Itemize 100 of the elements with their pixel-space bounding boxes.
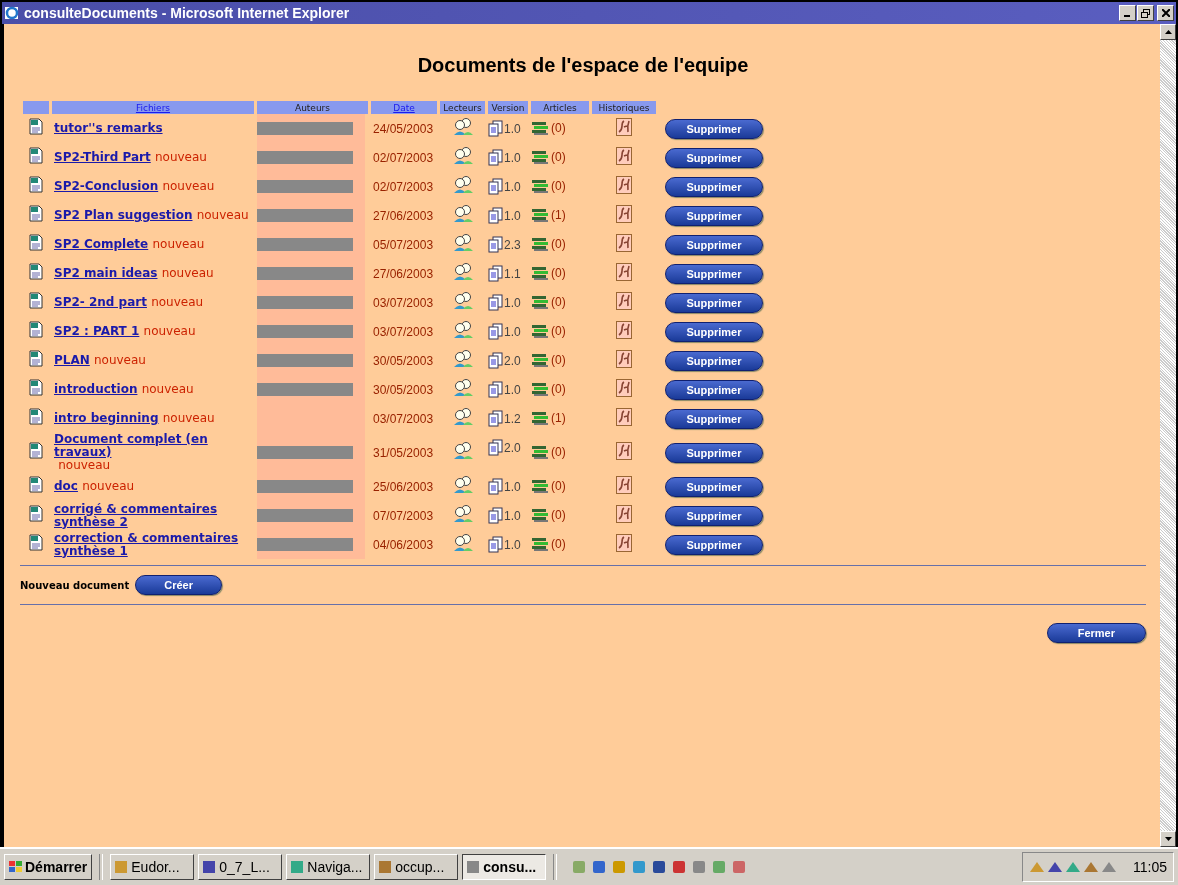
document-icon [28,263,44,280]
readers-icon [452,533,473,552]
version-number: 1.0 [504,479,521,494]
history-icon[interactable] [616,262,632,281]
quick-launch-icon[interactable] [672,860,687,874]
history-icon[interactable] [616,475,632,494]
delete-button[interactable]: Supprimer [665,409,763,429]
delete-button[interactable]: Supprimer [665,235,763,255]
page-heading: Documents de l'espace de l'equipe [416,54,750,77]
version-number: 1.0 [504,295,521,310]
document-link[interactable]: Document complet (en travaux) [54,433,254,459]
delete-button[interactable]: Supprimer [665,293,763,313]
history-icon[interactable] [616,378,632,397]
version-icon [488,207,504,224]
document-link[interactable]: tutor''s remarks [54,122,163,135]
browser-icon [4,5,20,21]
delete-button[interactable]: Supprimer [665,380,763,400]
stack-icon [531,121,549,137]
readers-icon [452,320,473,339]
stack-icon [531,295,549,311]
stack-icon [531,445,549,461]
article-count: (0) [551,444,566,459]
history-icon[interactable] [616,504,632,523]
start-button[interactable]: Démarrer [4,854,93,880]
history-icon[interactable] [616,117,632,136]
window-title: consulteDocuments - Microsoft Internet Explorer [24,5,350,21]
header-cell [23,101,49,114]
document-link[interactable]: SP2-Conclusion [54,180,159,193]
taskbar-button[interactable]: occup... [374,854,459,880]
stack-icon [531,266,549,282]
readers-icon [452,407,473,426]
readers-icon [452,204,473,223]
history-icon[interactable] [616,533,632,552]
taskbar-button[interactable]: 0_7_L... [198,854,283,880]
history-icon[interactable] [616,349,632,368]
document-link[interactable]: SP2 : PART 1 [54,325,140,338]
scroll-up-icon[interactable] [1164,30,1172,34]
close-icon [1161,9,1170,17]
history-icon[interactable] [616,204,632,223]
minimize-button[interactable] [1119,5,1136,21]
document-link[interactable]: SP2-Third Part [54,151,151,164]
delete-button[interactable]: Supprimer [665,506,763,526]
stack-icon [531,324,549,340]
history-icon[interactable] [616,233,632,252]
taskbar-button[interactable]: Naviga... [286,854,371,880]
taskbar-button[interactable]: Eudor... [110,854,195,880]
article-count: (0) [551,381,566,396]
delete-button[interactable]: Supprimer [665,119,763,139]
restore-button[interactable] [1137,5,1154,21]
readers-icon [452,146,473,165]
close-button[interactable]: Fermer [1046,623,1146,643]
delete-button[interactable]: Supprimer [665,206,763,226]
delete-button[interactable]: Supprimer [665,351,763,371]
version-icon [488,120,504,137]
document-icon [28,442,44,459]
document-link[interactable]: SP2 main ideas [54,267,158,280]
tray-icon[interactable] [1047,860,1063,874]
tray-icon[interactable] [1083,860,1099,874]
article-count: (0) [551,265,566,280]
quick-launch-icon[interactable] [592,860,607,874]
delete-button[interactable]: Supprimer [665,177,763,197]
document-link[interactable]: correction & commentaires synthèse 1 [54,531,254,558]
close-button[interactable] [1157,5,1174,21]
document-link[interactable]: PLAN [54,354,90,367]
delete-button[interactable]: Supprimer [665,535,763,555]
version-icon [488,294,504,311]
delete-button[interactable]: Supprimer [665,477,763,497]
history-icon[interactable] [616,320,632,339]
document-link[interactable]: SP2 Complete [54,238,149,251]
document-icon [28,350,44,367]
stack-icon [531,411,549,427]
delete-button[interactable]: Supprimer [665,322,763,342]
document-link[interactable]: doc [54,480,78,493]
delete-button[interactable]: Supprimer [665,264,763,284]
delete-button[interactable]: Supprimer [665,443,763,463]
new-label: nouveau [82,479,135,493]
readers-icon [452,349,473,368]
create-button[interactable]: Créer [135,575,222,595]
stack-icon [531,508,549,524]
article-count: (0) [551,352,566,367]
readers-icon [452,117,473,136]
delete-button[interactable]: Supprimer [665,148,763,168]
history-icon[interactable] [616,146,632,165]
document-link[interactable]: introduction [54,383,138,396]
scroll-down-icon[interactable] [1164,837,1172,841]
document-link[interactable]: SP2- 2nd part [54,296,147,309]
history-icon[interactable] [616,175,632,194]
history-icon[interactable] [616,407,632,426]
new-label: nouveau [141,382,194,396]
new-label: nouveau [93,353,146,367]
quick-launch-icon[interactable] [652,860,667,874]
app-icon [378,860,393,874]
version-number: 1.0 [504,179,521,194]
readers-icon [452,291,473,310]
document-link[interactable]: intro beginning [54,412,159,425]
document-link[interactable]: SP2 Plan suggestion [54,209,193,222]
history-icon[interactable] [616,291,632,310]
history-icon[interactable] [616,441,632,460]
readers-icon [452,441,473,460]
taskbar-button[interactable]: consu... [462,854,547,880]
